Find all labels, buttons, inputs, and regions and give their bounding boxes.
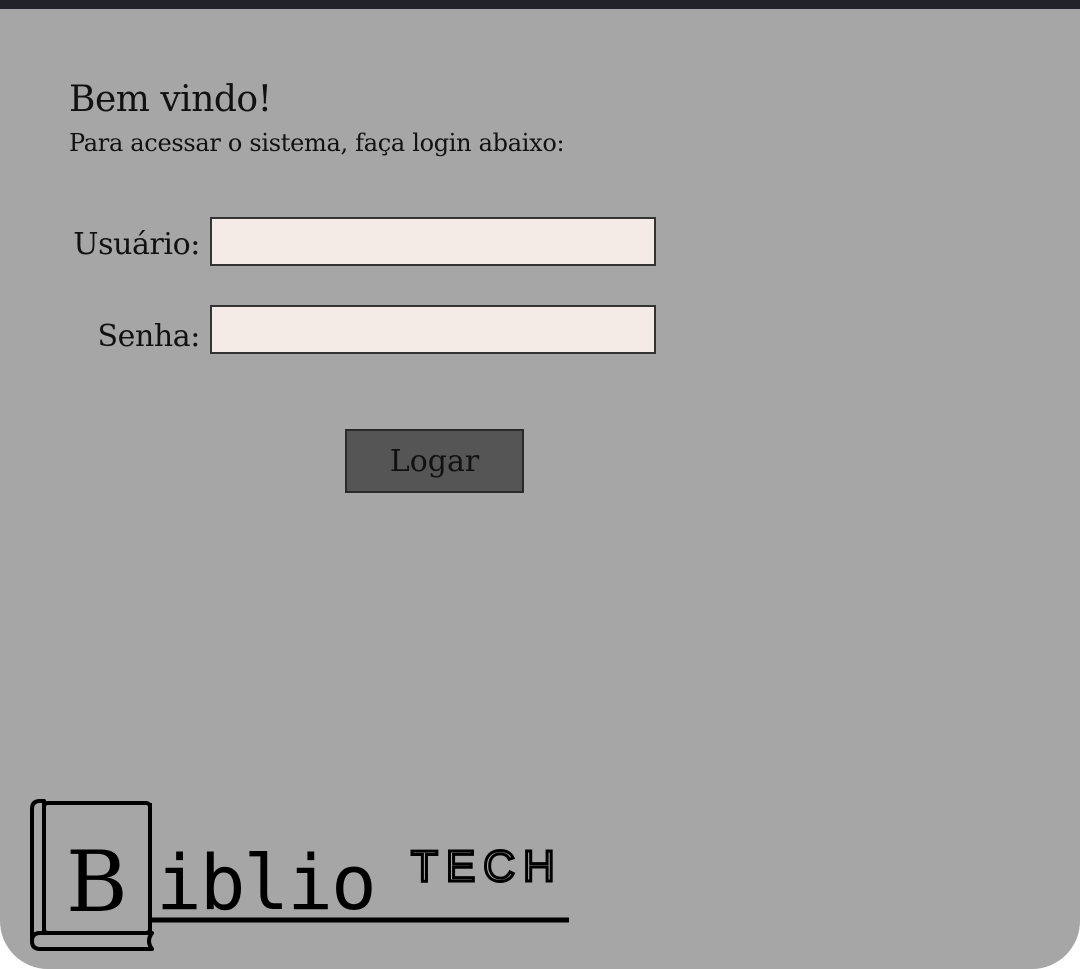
username-label: Usuário:: [73, 227, 200, 262]
password-input[interactable]: [210, 305, 656, 354]
password-label: Senha:: [97, 319, 200, 354]
username-input[interactable]: [210, 217, 656, 266]
top-bar: [0, 0, 1080, 9]
login-panel: Bem vindo! Para acessar o sistema, faça …: [0, 9, 1080, 969]
login-button[interactable]: Logar: [345, 429, 524, 493]
logo-biblio-text: iblio: [156, 838, 375, 927]
login-instructions: Para acessar o sistema, faça login abaix…: [69, 129, 565, 157]
bibliotech-logo: B iblio TECH: [30, 799, 569, 951]
logo-tech-text: TECH: [411, 842, 563, 891]
logo-letter-b: B: [66, 833, 128, 931]
welcome-heading: Bem vindo!: [69, 79, 272, 120]
